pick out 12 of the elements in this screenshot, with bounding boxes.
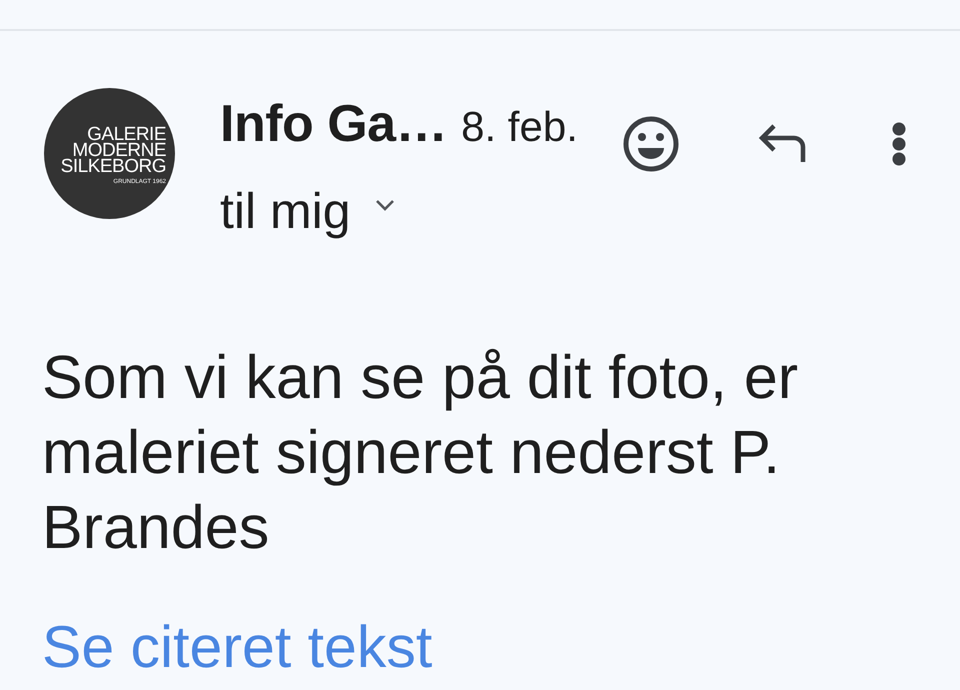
logo-text: MODERNE bbox=[72, 143, 166, 159]
sender-name: Info Ga… bbox=[220, 94, 448, 154]
show-quoted-text-link[interactable]: Se citeret tekst bbox=[42, 615, 432, 679]
recipient-text: til mig bbox=[220, 183, 351, 239]
reply-icon[interactable] bbox=[758, 123, 808, 165]
more-options-icon[interactable] bbox=[890, 121, 908, 167]
message-date: 8. feb. bbox=[461, 102, 578, 152]
message-body: Som vi kan se på dit foto, er maleriet signeret nederst P. Brandes bbox=[42, 342, 800, 563]
logo-text: GALERIE bbox=[87, 127, 166, 143]
smiley-icon[interactable] bbox=[623, 116, 679, 172]
chevron-down-icon[interactable] bbox=[374, 199, 395, 211]
logo-text: SILKEBORG bbox=[60, 159, 166, 175]
